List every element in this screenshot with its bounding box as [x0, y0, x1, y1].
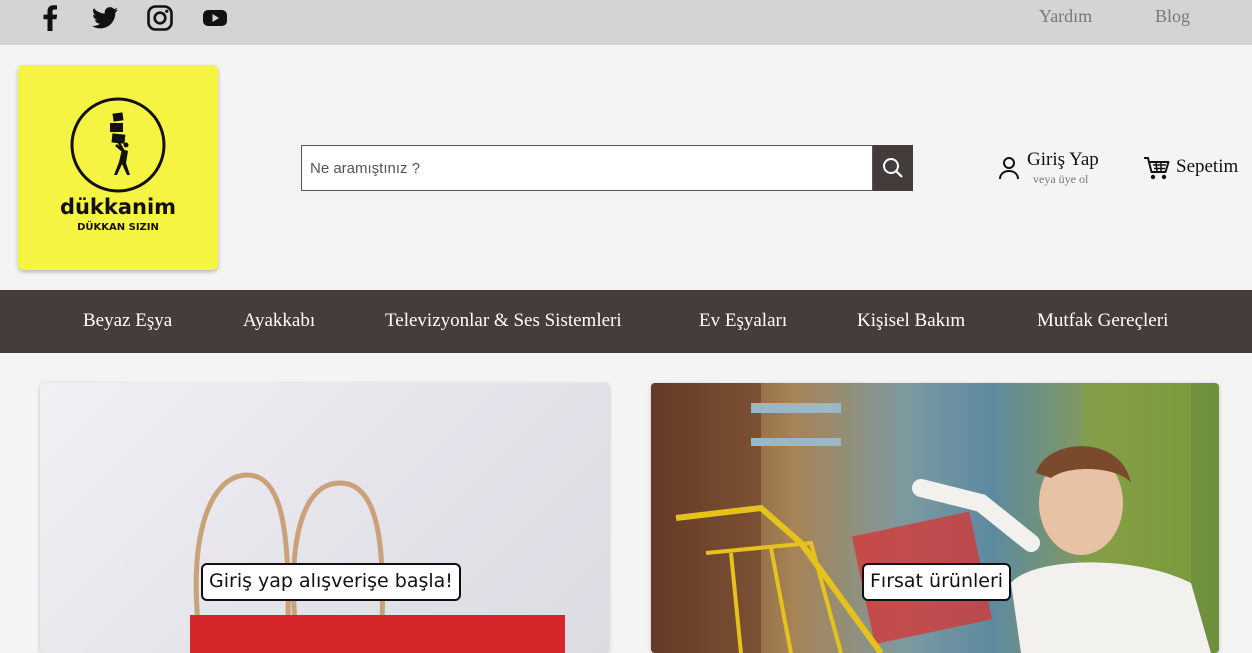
- login-banner[interactable]: Giriş yap alışverişe başla!: [40, 383, 609, 653]
- nav-item-ayakkabi[interactable]: Ayakkabı: [243, 310, 315, 332]
- nav-item-beyaz-esya[interactable]: Beyaz Eşya: [83, 310, 172, 332]
- site-logo[interactable]: dükkanim DÜKKAN SIZIN: [18, 65, 218, 270]
- cart-icon: [1144, 157, 1170, 180]
- search-button[interactable]: [873, 145, 913, 191]
- instagram-icon[interactable]: [146, 4, 174, 32]
- twitter-icon[interactable]: [91, 4, 119, 32]
- search-input[interactable]: [301, 145, 873, 191]
- nav-item-ev-esyalari[interactable]: Ev Eşyaları: [699, 310, 787, 332]
- signup-label: veya üye ol: [1033, 172, 1089, 186]
- cart-label: Sepetim: [1176, 156, 1239, 177]
- logo-brand: dükkanim: [59, 195, 177, 219]
- deals-banner[interactable]: Fırsat ürünleri: [651, 383, 1219, 653]
- blog-link[interactable]: Blog: [1155, 6, 1190, 27]
- logo-tagline: DÜKKAN SIZIN: [77, 222, 159, 233]
- nav-item-kisisel-bakim[interactable]: Kişisel Bakım: [857, 310, 965, 332]
- nav-item-televizyonlar[interactable]: Televizyonlar & Ses Sistemleri: [385, 310, 622, 332]
- deals-banner-label: Fırsat ürünleri: [862, 563, 1012, 601]
- logo-emblem: [70, 97, 166, 193]
- category-nav: Beyaz Eşya Ayakkabı Televizyonlar & Ses …: [0, 290, 1252, 353]
- top-bar: Yardım Blog: [0, 0, 1252, 45]
- child-shopping-cart-image: [651, 383, 1211, 653]
- nav-item-mutfak-gerecleri[interactable]: Mutfak Gereçleri: [1037, 310, 1168, 332]
- facebook-icon[interactable]: [38, 4, 62, 32]
- login-link[interactable]: Giriş Yap veya üye ol: [994, 148, 1114, 192]
- user-icon: [999, 157, 1019, 180]
- login-banner-label: Giriş yap alışverişe başla!: [201, 563, 461, 601]
- youtube-icon[interactable]: [201, 4, 229, 32]
- search-icon: [883, 158, 903, 178]
- help-link[interactable]: Yardım: [1039, 6, 1092, 27]
- shopping-bag-image: [190, 472, 565, 653]
- login-label: Giriş Yap: [1027, 149, 1099, 170]
